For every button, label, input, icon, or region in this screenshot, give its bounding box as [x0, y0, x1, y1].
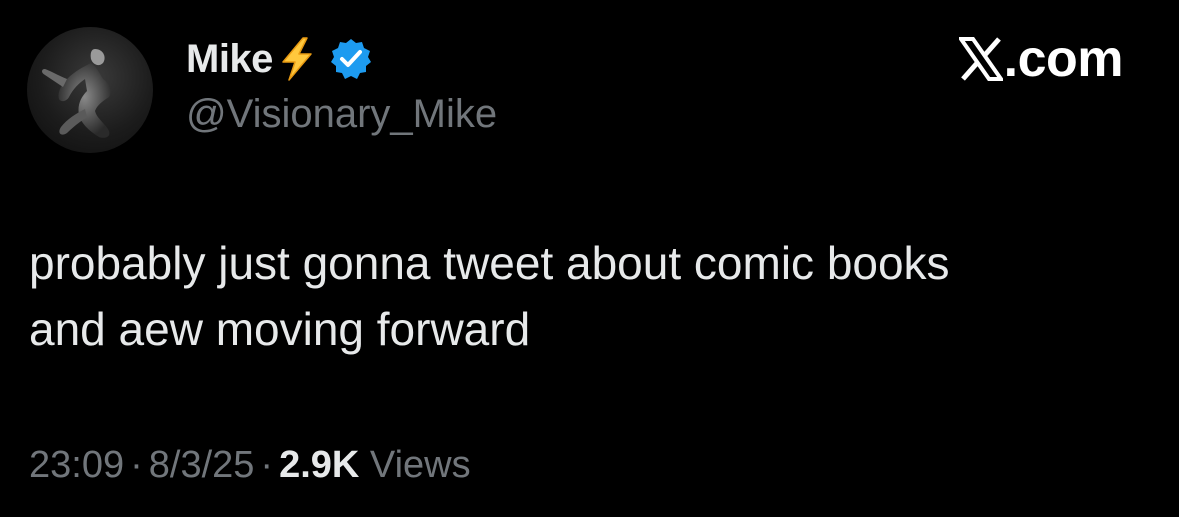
- tweet-text: probably just gonna tweet about comic bo…: [29, 237, 950, 355]
- tweet-meta: 23:09 · 8/3/25 · 2.9K Views: [29, 440, 471, 490]
- x-com-watermark: .com: [958, 30, 1124, 88]
- tweet-time[interactable]: 23:09: [29, 444, 124, 486]
- tweet-date[interactable]: 8/3/25: [149, 444, 255, 486]
- avatar[interactable]: [27, 27, 153, 153]
- avatar-figure-image: [42, 49, 111, 138]
- meta-separator: ·: [130, 444, 143, 486]
- x-logo-icon: [958, 37, 1003, 81]
- views-count[interactable]: 2.9K: [279, 444, 359, 486]
- verified-badge-icon[interactable]: [329, 37, 373, 81]
- views-label[interactable]: Views: [370, 444, 471, 486]
- author-handle[interactable]: @Visionary_Mike: [186, 90, 497, 138]
- author-display-name[interactable]: Mike: [186, 34, 273, 84]
- author-name-row[interactable]: Mike: [186, 34, 373, 84]
- meta-separator: ·: [260, 444, 274, 486]
- brand-suffix: .com: [1003, 30, 1124, 88]
- lightning-bolt-icon: [277, 36, 317, 82]
